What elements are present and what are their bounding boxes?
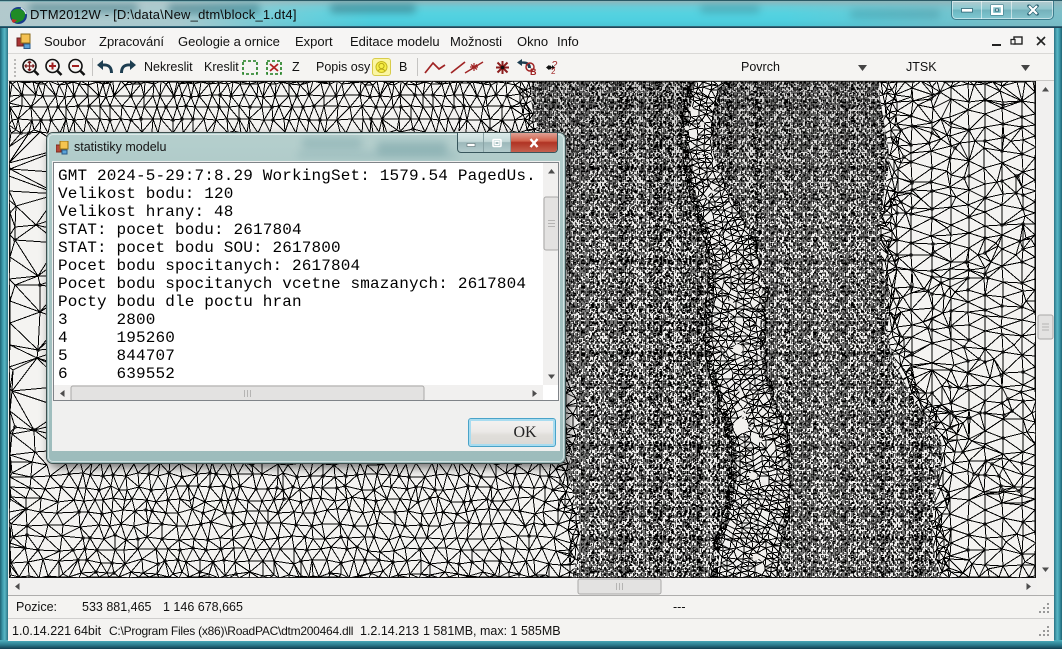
svg-text:2: 2 bbox=[551, 67, 556, 76]
svg-text:B: B bbox=[530, 67, 537, 76]
